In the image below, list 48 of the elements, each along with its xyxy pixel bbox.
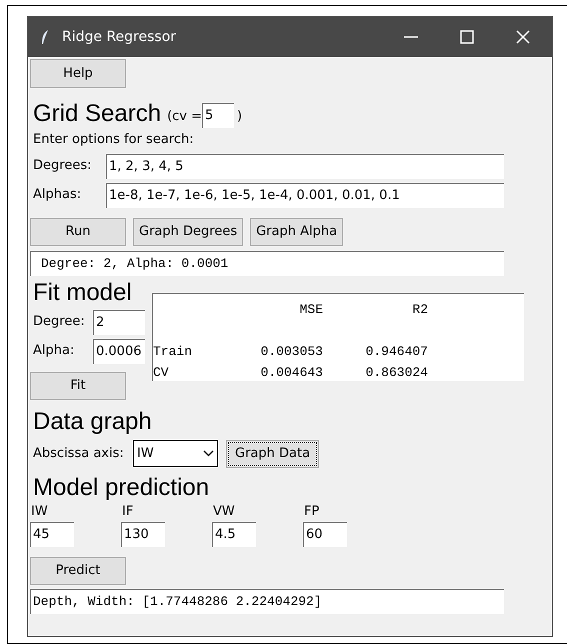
input-label: IF bbox=[122, 504, 134, 520]
section-heading: Data graph bbox=[33, 408, 153, 436]
column-header: MSE bbox=[298, 300, 324, 318]
input-label: IW bbox=[31, 504, 49, 520]
text-field[interactable]: 1, 2, 3, 4, 5 bbox=[106, 154, 504, 178]
feather-icon bbox=[40, 29, 50, 45]
input-label: FP bbox=[304, 504, 320, 520]
graph-data-button[interactable]: Graph Data bbox=[226, 440, 320, 468]
field-label: Alphas: bbox=[33, 186, 82, 204]
section-heading: Fit model bbox=[33, 280, 133, 306]
table-cell-text: 0.946407 bbox=[364, 343, 429, 361]
text-field[interactable]: 130 bbox=[121, 522, 165, 546]
action-button[interactable]: Graph Alpha bbox=[250, 218, 344, 246]
table-cell-text: 0.004643 bbox=[260, 364, 324, 382]
field-label: Degrees: bbox=[33, 157, 92, 176]
action-button[interactable]: Graph Degrees bbox=[133, 218, 244, 246]
section-heading: Model prediction bbox=[33, 474, 210, 502]
cv-label: ) bbox=[237, 108, 242, 126]
chevron-icon bbox=[203, 450, 214, 457]
field-label: Alpha: bbox=[33, 342, 76, 360]
text-field[interactable]: 60 bbox=[303, 522, 347, 546]
prediction-output: Depth, Width: [1.77448286 2.22404292] bbox=[30, 588, 504, 614]
cv-label: (cv = bbox=[167, 108, 202, 126]
action-button[interactable]: Run bbox=[30, 218, 126, 246]
window-title: Ridge Regressor bbox=[62, 28, 176, 46]
row-label: CV bbox=[153, 364, 170, 382]
text-field[interactable]: 45 bbox=[30, 522, 74, 546]
instruction-text: Enter options for search: bbox=[33, 131, 195, 149]
cv-field[interactable]: 5 bbox=[202, 103, 234, 128]
row-label: Train bbox=[153, 343, 194, 361]
table-cell-text: 0.863024 bbox=[364, 364, 429, 382]
fit-button[interactable]: Fit bbox=[30, 372, 126, 400]
help-button[interactable]: Help bbox=[30, 59, 126, 88]
close-icon[interactable] bbox=[516, 30, 530, 44]
column-header: R2 bbox=[411, 300, 429, 318]
text-field[interactable]: 1e-8, 1e-7, 1e-6, 1e-5, 1e-4, 0.001, 0.01, 0.1 bbox=[106, 182, 504, 208]
text-field[interactable]: 4.5 bbox=[212, 522, 256, 546]
text-field[interactable]: 0.0006 bbox=[93, 338, 145, 364]
text-field[interactable]: 2 bbox=[93, 310, 145, 334]
result-output: Degree: 2, Alpha: 0.0001 bbox=[30, 250, 504, 276]
maximize-icon[interactable] bbox=[460, 30, 474, 44]
axis-dropdown[interactable]: IW bbox=[133, 440, 218, 467]
field-label: Degree: bbox=[33, 313, 86, 332]
table-cell-text: 0.003053 bbox=[260, 343, 324, 361]
input-label: VW bbox=[213, 504, 236, 520]
predict-button[interactable]: Predict bbox=[30, 556, 126, 584]
field-label: Abscissa axis: bbox=[33, 444, 125, 463]
section-heading: Grid Search bbox=[33, 100, 162, 128]
